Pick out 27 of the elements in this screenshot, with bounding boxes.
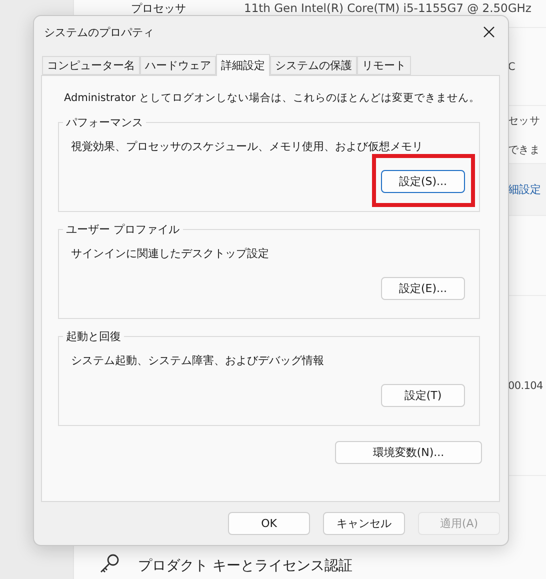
processor-label: プロセッサ xyxy=(131,1,187,16)
group-description: システム起動、システム障害、およびデバッグ情報 xyxy=(71,353,324,368)
group-title: ユーザー プロファイル xyxy=(63,222,182,237)
product-key-title[interactable]: プロダクト キーとライセンス認証 xyxy=(138,557,352,575)
settings-button[interactable]: 設定(T) xyxy=(381,384,465,407)
info-text: 00.104 xyxy=(508,380,543,392)
settings-button[interactable]: 設定(S)... xyxy=(381,170,465,193)
group-title: 起動と回復 xyxy=(63,329,124,344)
group-title: パフォーマンス xyxy=(63,115,146,130)
dialog-button[interactable]: キャンセル xyxy=(323,512,405,535)
window-title: システムのプロパティ xyxy=(44,24,154,40)
tab[interactable]: コンピューター名 xyxy=(42,56,140,75)
dialog-button[interactable]: OK xyxy=(228,512,310,535)
environment-variables-button[interactable]: 環境変数(N)... xyxy=(335,441,482,464)
key-icon xyxy=(98,553,120,575)
info-text: セッサ xyxy=(508,114,540,128)
settings-button[interactable]: 設定(E)... xyxy=(381,277,465,300)
close-icon xyxy=(483,26,495,38)
notice-text: Administrator としてログオンしない場合は、これらのほとんどは変更できません。 xyxy=(64,91,480,105)
tab[interactable]: リモート xyxy=(357,56,411,75)
group-description: サインインに関連したデスクトップ設定 xyxy=(71,246,269,261)
info-text: できま xyxy=(508,142,540,156)
tab[interactable]: 詳細設定 xyxy=(216,54,270,76)
group-description: 視覚効果、プロセッサのスケジュール、メモリ使用、および仮想メモリ xyxy=(71,139,423,154)
tab[interactable]: ハードウェア xyxy=(140,56,216,75)
processor-value: 11th Gen Intel(R) Core(TM) i5-1155G7 @ 2.50GHz xyxy=(244,1,532,15)
tab[interactable]: システムの保護 xyxy=(270,56,357,75)
